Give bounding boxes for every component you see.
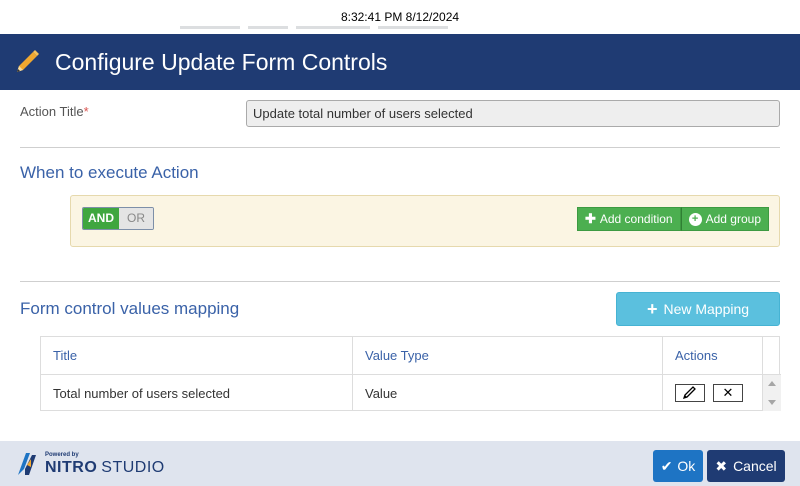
powered-by-text: Powered by <box>45 452 79 458</box>
edit-icon[interactable] <box>675 384 705 402</box>
table-header: Title Value Type Actions <box>41 337 781 375</box>
cancel-label: Cancel <box>733 458 777 474</box>
ok-label: Ok <box>677 458 696 474</box>
action-title-label: Action Title* <box>20 104 89 119</box>
dialog-footer: Powered by NITRO STUDIO ✔ Ok ✖ Cancel <box>0 441 800 486</box>
table-row: Total number of users selected Value ✕ <box>41 375 781 411</box>
clock-text: 8:32:41 PM 8/12/2024 <box>340 10 460 24</box>
plus-icon: + <box>646 299 658 319</box>
row-value-type-cell: Value <box>353 375 663 411</box>
mapping-section-title: Form control values mapping <box>20 299 240 318</box>
row-title-cell: Total number of users selected <box>41 375 353 411</box>
nitro-logo-icon <box>18 453 36 475</box>
pencil-icon <box>10 45 44 79</box>
row-actions-cell: ✕ <box>663 375 763 411</box>
scroll-down-icon[interactable] <box>768 400 776 405</box>
nitro-studio-logo: Powered by NITRO STUDIO <box>16 451 165 477</box>
scrollbar-track[interactable] <box>763 375 781 411</box>
column-header-value-type: Value Type <box>353 337 663 374</box>
scroll-up-icon[interactable] <box>768 381 776 386</box>
and-or-toggle[interactable]: AND OR <box>82 207 154 230</box>
column-header-actions: Actions <box>663 337 763 374</box>
action-title-input[interactable] <box>246 100 780 127</box>
add-group-label: Add group <box>705 212 761 226</box>
required-marker: * <box>83 104 89 119</box>
ghost-text-artifact <box>180 26 460 34</box>
section-divider <box>20 147 780 148</box>
section-divider <box>20 281 780 282</box>
new-mapping-button[interactable]: + New Mapping <box>616 292 780 326</box>
product-text: STUDIO <box>101 459 165 476</box>
condition-button-group: ✚ Add condition + Add group <box>576 207 769 231</box>
add-condition-label: Add condition <box>599 212 673 226</box>
dialog-header: Configure Update Form Controls <box>0 34 800 90</box>
plus-circle-icon: + <box>688 212 702 226</box>
condition-builder: AND OR ✚ Add condition + Add group <box>70 195 780 247</box>
delete-icon[interactable]: ✕ <box>713 384 743 402</box>
new-mapping-label: New Mapping <box>663 301 750 317</box>
header-scroll-spacer <box>763 337 781 374</box>
and-option[interactable]: AND <box>83 208 119 229</box>
add-group-button[interactable]: + Add group <box>680 207 769 231</box>
brand-text: NITRO <box>45 459 98 476</box>
column-header-title: Title <box>41 337 353 374</box>
dialog-page: 8:32:41 PM 8/12/2024 Configure Update Fo… <box>0 0 800 486</box>
or-option[interactable]: OR <box>119 208 153 229</box>
action-title-row: Action Title* <box>20 100 780 128</box>
table-scrollbar[interactable] <box>763 375 781 411</box>
check-icon: ✔ <box>660 457 673 474</box>
add-condition-button[interactable]: ✚ Add condition <box>576 207 681 231</box>
close-icon: ✖ <box>715 457 728 474</box>
dialog-title: Configure Update Form Controls <box>55 48 388 75</box>
when-section-title: When to execute Action <box>20 163 199 182</box>
plus-icon: ✚ <box>584 211 596 226</box>
mapping-table: Title Value Type Actions Total number of… <box>40 336 781 411</box>
cancel-button[interactable]: ✖ Cancel <box>707 450 785 482</box>
ok-button[interactable]: ✔ Ok <box>653 450 703 482</box>
